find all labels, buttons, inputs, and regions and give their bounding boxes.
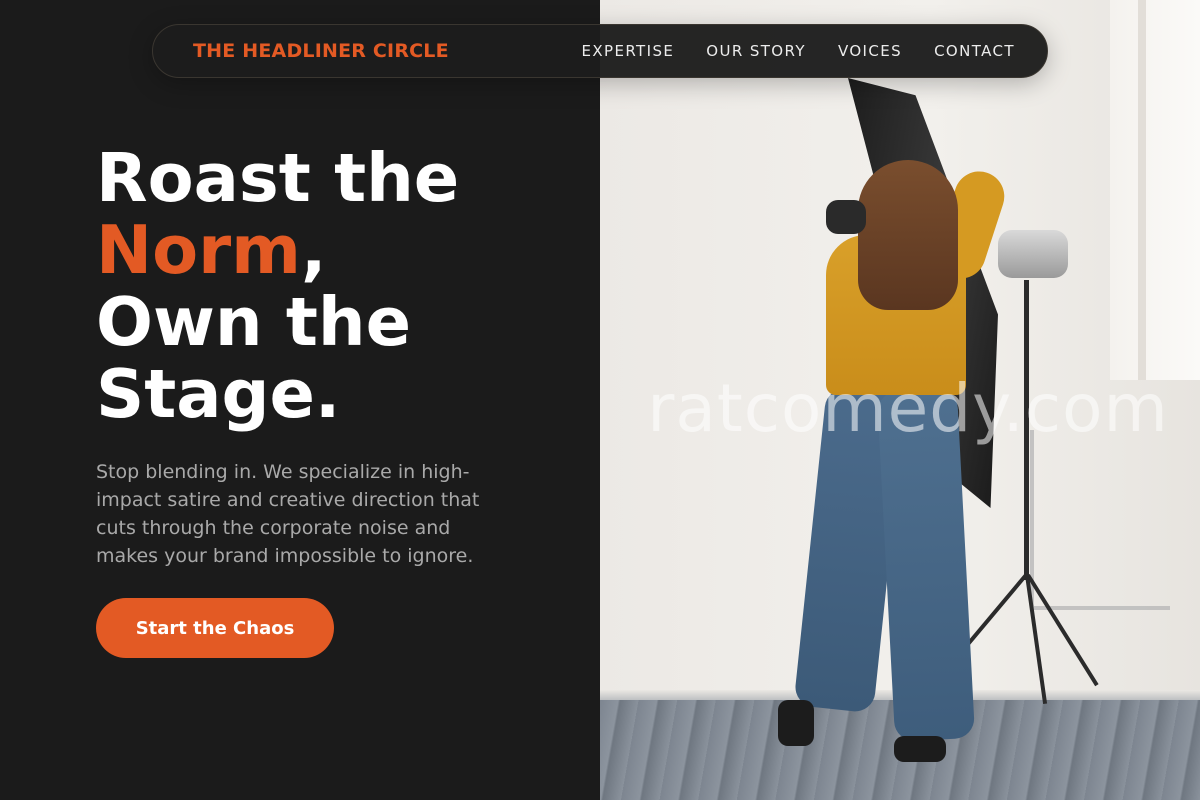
photo-window-light: [1110, 0, 1200, 380]
photo-window-bars: [1138, 0, 1146, 380]
photo-person-hair: [858, 160, 958, 310]
headline-line-4: Stage.: [96, 355, 341, 433]
headline-accent-word: Norm: [96, 211, 301, 289]
nav-link-our-story[interactable]: OUR STORY: [706, 42, 806, 60]
start-the-chaos-button[interactable]: Start the Chaos: [96, 598, 334, 658]
hero-subtext: Stop blending in. We specialize in high-…: [96, 461, 480, 567]
photo-person-shoe: [778, 700, 814, 746]
hero-section: Roast the Norm, Own the Stage. Stop blen…: [96, 142, 576, 570]
headline-line-3: Own the: [96, 283, 412, 361]
photo-watermark: ratcomedy.com: [647, 370, 1169, 447]
photo-chair: [1030, 430, 1170, 610]
headline-line-1: Roast the: [96, 139, 460, 217]
headline-comma: ,: [300, 211, 327, 289]
photo-lamp: [998, 230, 1068, 278]
nav-link-expertise[interactable]: EXPERTISE: [581, 42, 674, 60]
photo-camera: [826, 200, 866, 234]
nav-link-contact[interactable]: CONTACT: [934, 42, 1015, 60]
brand-logo-text[interactable]: THE HEADLINER CIRCLE: [193, 40, 449, 62]
top-navigation: THE HEADLINER CIRCLE EXPERTISE OUR STORY…: [152, 24, 1048, 78]
hero-photo: ratcomedy.com: [600, 0, 1200, 800]
photo-person-shoe: [894, 736, 946, 762]
hero-headline: Roast the Norm, Own the Stage.: [96, 142, 576, 430]
nav-links: EXPERTISE OUR STORY VOICES CONTACT: [581, 42, 1015, 60]
nav-link-voices[interactable]: VOICES: [838, 42, 902, 60]
